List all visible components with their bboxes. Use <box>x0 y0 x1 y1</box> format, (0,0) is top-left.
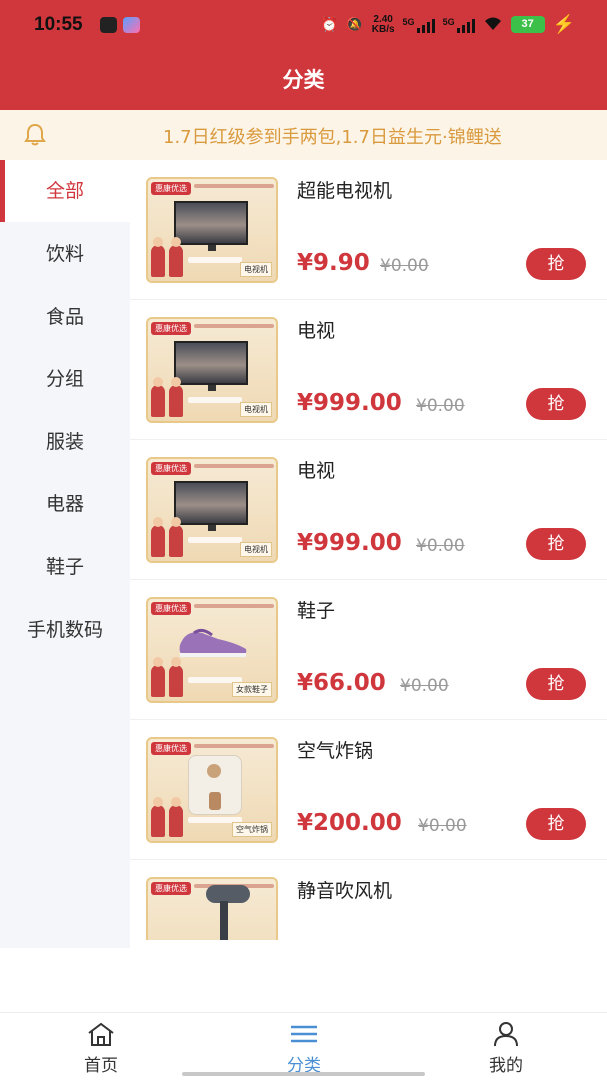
spokesperson-image <box>151 237 187 277</box>
app-header: 10:55 ⏰ 🔕 2.40 KB/s 5G 5G 37 ⚡ 分类 <box>0 0 607 110</box>
spokesperson-image <box>151 517 187 557</box>
product-image: 惠康优选 女款鞋子 <box>146 597 278 703</box>
thumb-label: 女款鞋子 <box>232 682 272 697</box>
network-type-1: 5G <box>402 16 415 27</box>
home-icon <box>88 1022 114 1046</box>
network-speed: 2.40 KB/s <box>371 14 395 35</box>
product-price: ¥999.00 <box>297 530 402 556</box>
shoe-image <box>179 628 247 657</box>
product-price: ¥66.00 <box>297 670 386 696</box>
notice-text: 1.7日红级参到手两包,1.7日益生元·锦鲤送 <box>163 127 502 148</box>
product-card[interactable]: 惠康优选 女款鞋子 鞋子 ¥66.00 ¥0.00 抢 <box>130 580 607 720</box>
product-image: 惠康优选 空气炸锅 <box>146 737 278 843</box>
tab-home[interactable]: 首页 <box>31 1013 171 1080</box>
product-badge: 惠康优选 <box>151 322 191 335</box>
spokesperson-image <box>151 797 187 837</box>
notice-bar[interactable]: 1.7日红级参到手两包,1.7日益生元·锦鲤送 <box>0 110 607 160</box>
air-fryer-image <box>188 755 242 815</box>
category-clothing[interactable]: 服装 <box>0 411 130 473</box>
status-bar: 10:55 ⏰ 🔕 2.40 KB/s 5G 5G 37 ⚡ <box>0 0 607 52</box>
category-all[interactable]: 全部 <box>0 160 130 222</box>
charging-icon: ⚡ <box>552 14 575 34</box>
product-name: 静音吹风机 <box>297 880 393 902</box>
product-badge: 惠康优选 <box>151 742 191 755</box>
list-icon <box>291 1025 317 1043</box>
home-indicator[interactable] <box>182 1072 425 1076</box>
original-price: ¥0.00 <box>380 256 429 276</box>
alarm-icon: ⏰ <box>320 16 339 32</box>
speed-unit: KB/s <box>371 23 395 35</box>
product-badge: 惠康优选 <box>151 602 191 615</box>
grab-button[interactable]: 抢 <box>526 248 586 280</box>
category-digital[interactable]: 手机数码 <box>0 599 130 661</box>
mute-icon: 🔕 <box>346 16 364 32</box>
tv-image <box>174 201 248 251</box>
notification-icons <box>100 17 140 33</box>
category-appliances[interactable]: 电器 <box>0 473 130 535</box>
thumb-label: 空气炸锅 <box>232 822 272 837</box>
status-right: ⏰ 🔕 2.40 KB/s 5G 5G 37 ⚡ <box>321 14 575 35</box>
status-time: 10:55 <box>34 14 83 35</box>
original-price: ¥0.00 <box>416 396 465 416</box>
product-price: ¥200.00 <box>297 810 402 836</box>
user-icon <box>494 1022 518 1047</box>
thumb-label: 电视机 <box>240 542 272 557</box>
original-price: ¥0.00 <box>416 536 465 556</box>
page-title: 分类 <box>282 68 325 92</box>
grab-button[interactable]: 抢 <box>526 528 586 560</box>
signal-2-icon: 5G <box>443 17 475 33</box>
network-type-2: 5G <box>442 16 455 27</box>
product-image: 惠康优选 电视机 <box>146 457 278 563</box>
tab-category[interactable]: 分类 <box>234 1013 374 1080</box>
wifi-icon <box>483 15 503 34</box>
tab-home-label: 首页 <box>84 1056 118 1076</box>
original-price: ¥0.00 <box>400 676 449 696</box>
product-card[interactable]: 惠康优选 电视机 电视 ¥999.00 ¥0.00 抢 <box>130 300 607 440</box>
bottom-nav: 首页 分类 我的 <box>0 1012 607 1080</box>
bell-icon <box>24 123 46 146</box>
product-card[interactable]: 惠康优选 电视机 超能电视机 ¥9.90 ¥0.00 抢 <box>130 160 607 300</box>
tv-image <box>174 341 248 391</box>
product-price: ¥9.90 <box>297 250 370 276</box>
tv-image <box>174 481 248 531</box>
original-price: ¥0.00 <box>418 816 467 836</box>
gallery-app-icon <box>123 17 140 33</box>
product-image: 惠康优选 <box>146 877 278 940</box>
signal-1-icon: 5G <box>403 17 435 33</box>
category-food[interactable]: 食品 <box>0 286 130 348</box>
product-name: 超能电视机 <box>297 180 393 202</box>
product-name: 电视 <box>297 460 336 482</box>
category-drinks[interactable]: 饮料 <box>0 223 130 285</box>
product-list[interactable]: 惠康优选 电视机 超能电视机 ¥9.90 ¥0.00 抢 惠康优选 电视机 电视… <box>130 160 607 940</box>
product-card[interactable]: 惠康优选 空气炸锅 空气炸锅 ¥200.00 ¥0.00 抢 <box>130 720 607 860</box>
grab-button[interactable]: 抢 <box>526 668 586 700</box>
grab-button[interactable]: 抢 <box>526 808 586 840</box>
spokesperson-image <box>151 377 187 417</box>
grab-button[interactable]: 抢 <box>526 388 586 420</box>
category-sidebar: 全部 饮料 食品 分组 服装 电器 鞋子 手机数码 <box>0 160 130 948</box>
thumb-label: 电视机 <box>240 402 272 417</box>
product-badge: 惠康优选 <box>151 182 191 195</box>
thumb-label: 电视机 <box>240 262 272 277</box>
product-name: 空气炸锅 <box>297 740 374 762</box>
product-badge: 惠康优选 <box>151 462 191 475</box>
category-group[interactable]: 分组 <box>0 348 130 410</box>
product-name: 电视 <box>297 320 336 342</box>
product-badge: 惠康优选 <box>151 882 191 895</box>
product-price: ¥999.00 <box>297 390 402 416</box>
tab-profile[interactable]: 我的 <box>436 1013 576 1080</box>
message-app-icon <box>100 17 117 33</box>
hair-dryer-image <box>206 885 250 940</box>
spokesperson-image <box>151 657 187 697</box>
product-image: 惠康优选 电视机 <box>146 177 278 283</box>
product-card[interactable]: 惠康优选 静音吹风机 <box>130 860 607 940</box>
product-name: 鞋子 <box>297 600 336 622</box>
category-shoes[interactable]: 鞋子 <box>0 536 130 598</box>
product-image: 惠康优选 电视机 <box>146 317 278 423</box>
battery-icon: 37 <box>510 16 545 33</box>
product-card[interactable]: 惠康优选 电视机 电视 ¥999.00 ¥0.00 抢 <box>130 440 607 580</box>
tab-profile-label: 我的 <box>489 1056 523 1076</box>
